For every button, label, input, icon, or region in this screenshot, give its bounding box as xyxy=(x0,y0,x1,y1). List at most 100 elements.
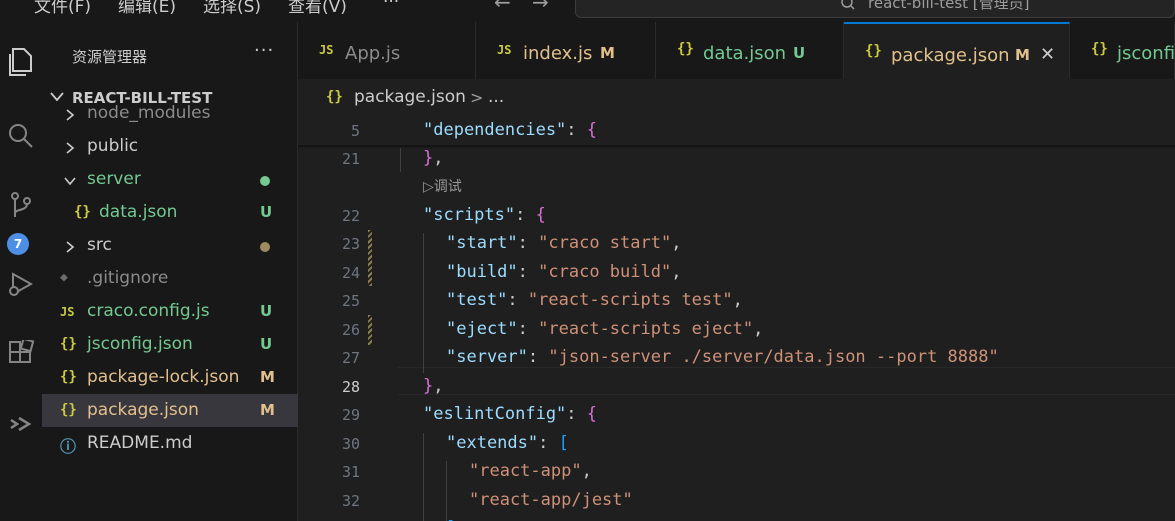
line-number: 32 xyxy=(341,492,360,510)
tree-item-server[interactable]: server xyxy=(42,163,298,196)
git-status-badge: M xyxy=(1015,46,1030,64)
git-status-badge: U xyxy=(260,335,273,353)
info-icon: ⓘ xyxy=(60,437,77,456)
tab-index-js[interactable]: JS index.js M xyxy=(476,22,656,79)
indent-guide xyxy=(400,148,401,172)
run-debug-icon[interactable] xyxy=(0,262,42,306)
git-status-badge: M xyxy=(600,44,615,62)
activity-bar: 7 xyxy=(0,22,42,521)
sidebar-title: 资源管理器 xyxy=(72,48,148,66)
back-arrow-icon[interactable]: ← xyxy=(494,0,511,14)
code-editor[interactable]: 5 "dependencies": {21}, 22 "scripts": {23 "s… xyxy=(298,117,1175,521)
breadcrumb: {} package.json > ... xyxy=(298,79,1175,117)
code-line: "eslintConfig": { xyxy=(423,404,598,424)
git-status-badge: M xyxy=(260,401,275,419)
tree-item-package-lock-json[interactable]: {} package-lock.json M xyxy=(42,361,298,394)
command-center[interactable]: react-bill-test [管理员] xyxy=(575,0,1175,18)
json-file-icon: {} xyxy=(60,402,77,418)
more-actions-icon[interactable]: ··· xyxy=(254,40,274,61)
tree-item-label: public xyxy=(87,136,139,156)
menu-edit[interactable]: 编辑(E) xyxy=(118,0,176,17)
indent-guide xyxy=(423,233,424,373)
codelens-debug[interactable]: ▷调试 xyxy=(423,176,462,196)
tab-app-js[interactable]: JS App.js xyxy=(298,22,476,79)
code-line: "build": "craco build", xyxy=(446,262,682,282)
editor-tab-bar: JS App.js JS index.js M {} data.json U {} package… xyxy=(298,22,1175,79)
tree-item-src[interactable]: src xyxy=(42,229,298,262)
tree-item-readme-md[interactable]: ⓘ README.md xyxy=(42,427,298,460)
git-status-badge: U xyxy=(260,302,273,320)
git-status-badge: U xyxy=(793,44,806,62)
line-number: 22 xyxy=(341,207,360,225)
menu-more[interactable]: ··· xyxy=(383,0,399,12)
tree-item-public[interactable]: public xyxy=(42,130,298,163)
code-line: "test": "react-scripts test", xyxy=(446,290,743,310)
search-icon[interactable] xyxy=(0,114,42,158)
menu-view[interactable]: 查看(V) xyxy=(288,0,347,17)
json-file-icon: {} xyxy=(326,89,343,105)
remote-explorer-icon[interactable] xyxy=(0,402,42,446)
menu-file[interactable]: 文件(F) xyxy=(34,0,91,17)
scm-badge: 7 xyxy=(7,233,29,255)
line-number: 28 xyxy=(341,378,360,396)
breadcrumb-separator: > xyxy=(470,88,484,107)
chevron-right-icon xyxy=(66,142,75,154)
current-line-highlight xyxy=(398,367,1175,395)
git-change-marker xyxy=(368,230,372,286)
json-file-icon: {} xyxy=(60,336,77,352)
tree-item-node-modules[interactable]: node_modules xyxy=(42,97,298,130)
line-number: 30 xyxy=(341,435,360,453)
code-line: "scripts": { xyxy=(423,205,546,225)
tab-data-json[interactable]: {} data.json U xyxy=(656,22,844,79)
code-line: "extends": [ xyxy=(446,433,569,453)
tree-item-label: craco.config.js xyxy=(87,301,210,321)
close-icon[interactable]: ✕ xyxy=(1040,44,1055,65)
tree-item-gitignore[interactable]: ◆ .gitignore xyxy=(42,262,298,295)
tab-jsconfig-json[interactable]: {} jsconfig.json xyxy=(1070,22,1175,79)
code-line: }, xyxy=(423,376,444,396)
extensions-icon[interactable] xyxy=(0,332,42,376)
tab-label: App.js xyxy=(345,43,401,64)
line-number: 5 xyxy=(350,122,360,140)
tree-item-package-json[interactable]: {} package.json M xyxy=(42,394,298,427)
tab-label: jsconfig.json xyxy=(1117,43,1175,64)
line-number: 24 xyxy=(341,264,360,282)
js-file-icon: JS xyxy=(497,43,512,57)
breadcrumb-file[interactable]: package.json xyxy=(354,87,466,107)
tab-package-json[interactable]: {} package.json M ✕ xyxy=(844,22,1070,79)
line-number: 21 xyxy=(341,150,360,168)
line-number: 26 xyxy=(341,321,360,339)
git-file-icon: ◆ xyxy=(60,270,68,285)
json-file-icon: {} xyxy=(74,204,91,220)
tab-label: package.json xyxy=(891,45,1010,66)
tree-item-label: data.json xyxy=(99,202,178,222)
tree-item-label: src xyxy=(87,235,112,255)
forward-arrow-icon[interactable]: → xyxy=(532,0,549,14)
code-line: }, xyxy=(423,148,444,168)
tree-item-data-json[interactable]: {} data.json U xyxy=(42,196,298,229)
json-file-icon: {} xyxy=(677,41,694,57)
chevron-down-icon xyxy=(64,177,76,186)
breadcrumb-symbol[interactable]: ... xyxy=(488,87,504,107)
tree-item-label: node_modules xyxy=(87,103,211,123)
tree-item-label: jsconfig.json xyxy=(87,334,193,354)
git-status-badge: U xyxy=(260,203,273,221)
line-number: 25 xyxy=(341,292,360,310)
sticky-scroll-shadow xyxy=(298,145,1175,149)
title-bar: 文件(F) 编辑(E) 选择(S) 查看(V) ··· ← → react-bi… xyxy=(0,0,1175,22)
tree-item-jsconfig-json[interactable]: {} jsconfig.json U xyxy=(42,328,298,361)
tree-item-label: package-lock.json xyxy=(87,367,240,387)
tree-item-craco-config-js[interactable]: JS craco.config.js U xyxy=(42,295,298,328)
git-change-marker xyxy=(368,315,372,345)
tab-label: data.json xyxy=(703,43,787,64)
source-control-icon[interactable] xyxy=(0,184,42,228)
menu-selection[interactable]: 选择(S) xyxy=(203,0,261,17)
line-number: 31 xyxy=(341,463,360,481)
chevron-right-icon xyxy=(66,241,75,253)
status-dot xyxy=(260,242,270,252)
json-file-icon: {} xyxy=(1091,41,1108,57)
js-file-icon: JS xyxy=(319,43,334,57)
explorer-sidebar: 资源管理器 ··· REACT-BILL-TEST node_modules pu… xyxy=(42,22,298,521)
code-line: "eject": "react-scripts eject", xyxy=(446,319,764,339)
explorer-icon[interactable] xyxy=(0,40,42,84)
